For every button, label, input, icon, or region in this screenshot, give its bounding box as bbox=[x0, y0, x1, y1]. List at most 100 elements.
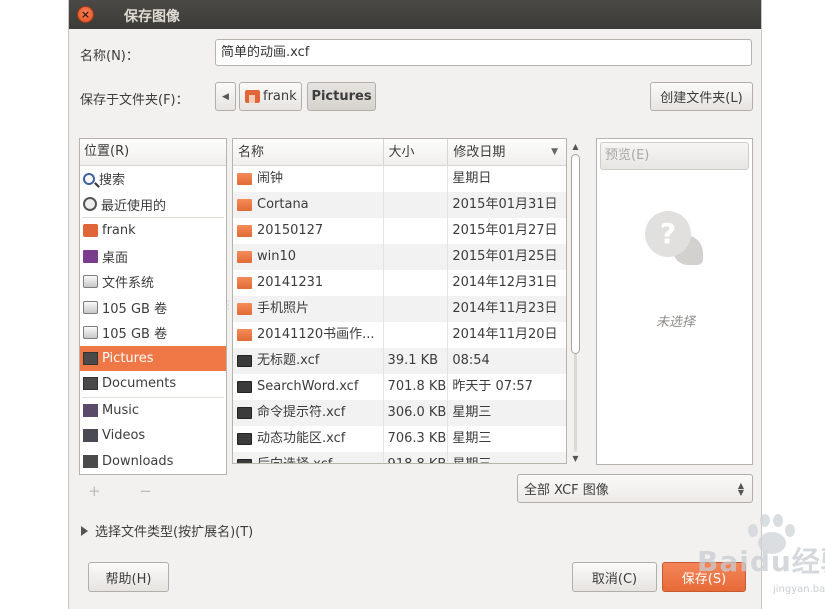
home-folder-icon bbox=[83, 224, 98, 238]
help-button[interactable]: 帮助(H) bbox=[88, 562, 169, 592]
file-type-expander[interactable]: 选择文件类型(按扩展名)(T) bbox=[81, 521, 253, 540]
sidebar-item-downloads[interactable]: Downloads bbox=[80, 449, 226, 475]
sidebar-item-music[interactable]: Music bbox=[80, 398, 226, 424]
file-list: 名称 大小 修改日期 ▼ 闹钟 星期日 Cortana 2015年01月31日 2015… bbox=[232, 138, 567, 464]
file-name: 20141120书画作... bbox=[257, 327, 375, 342]
file-row[interactable]: 无标题.xcf 39.1 KB 08:54 bbox=[233, 348, 566, 374]
sidebar-item-volume-1[interactable]: 105 GB 卷 bbox=[80, 295, 226, 321]
path-crumb-pictures[interactable]: Pictures bbox=[307, 82, 376, 111]
sidebar-item-frank[interactable]: frank bbox=[80, 218, 226, 244]
sidebar-item-documents[interactable]: Documents bbox=[80, 371, 226, 397]
sidebar-item-label: Documents bbox=[102, 376, 177, 392]
pane-resize-handle[interactable]: · · · bbox=[227, 298, 231, 314]
pictures-folder-icon bbox=[83, 351, 98, 365]
file-modified-date: 2015年01月31日 bbox=[452, 197, 558, 212]
xcf-file-icon bbox=[237, 381, 252, 393]
search-icon bbox=[83, 172, 95, 185]
sidebar-item-label: 105 GB 卷 bbox=[102, 327, 168, 343]
sidebar-item-filesystem[interactable]: 文件系统 bbox=[80, 269, 226, 295]
file-row[interactable]: 动态功能区.xcf 706.3 KB 星期三 bbox=[233, 426, 566, 452]
file-row[interactable]: 命令提示符.xcf 306.0 KB 星期三 bbox=[233, 400, 566, 426]
file-size bbox=[384, 270, 449, 296]
file-row[interactable]: 20141120书画作... 2014年11月20日 bbox=[233, 322, 566, 348]
up-down-arrow-icon: ▲ ▼ bbox=[737, 480, 744, 497]
sidebar-item-pictures[interactable]: Pictures bbox=[80, 345, 226, 371]
file-type-filter-select[interactable]: 全部 XCF 图像 ▲ ▼ bbox=[517, 474, 753, 503]
sidebar-item-label: 105 GB 卷 bbox=[102, 301, 168, 317]
file-row[interactable]: Cortana 2015年01月31日 bbox=[233, 192, 566, 218]
path-crumb-frank[interactable]: frank bbox=[239, 82, 302, 111]
file-name-cell: 动态功能区.xcf bbox=[233, 426, 384, 452]
file-size: 918.8 KB bbox=[384, 452, 449, 463]
preview-panel: 预览(E) ? 未选择 bbox=[596, 138, 753, 465]
sidebar-item-label: Pictures bbox=[102, 350, 154, 366]
home-folder-icon bbox=[245, 90, 260, 103]
column-header-date[interactable]: 修改日期 ▼ bbox=[448, 139, 566, 165]
chevron-left-icon: ◀ bbox=[222, 91, 229, 102]
sidebar-item-videos[interactable]: Videos bbox=[80, 423, 226, 449]
column-header-size[interactable]: 大小 bbox=[384, 139, 449, 165]
file-row[interactable]: 闹钟 星期日 bbox=[233, 166, 566, 192]
sidebar-item-volume-2[interactable]: 105 GB 卷 bbox=[80, 320, 226, 346]
name-label: 名称(N)： bbox=[80, 49, 139, 64]
music-folder-icon bbox=[83, 403, 98, 417]
file-list-scrollbar[interactable]: ▲ ▼ bbox=[569, 140, 582, 465]
close-window-button[interactable]: × bbox=[77, 6, 94, 23]
file-row[interactable]: win10 2015年01月25日 bbox=[233, 244, 566, 270]
file-name-cell: SearchWord.xcf bbox=[233, 374, 384, 400]
sidebar-item-label: 搜索 bbox=[99, 173, 126, 189]
file-size: 306.0 KB bbox=[384, 400, 449, 426]
file-name-cell: 20141120书画作... bbox=[233, 322, 384, 348]
file-row[interactable]: 手机照片 2014年11月23日 bbox=[233, 296, 566, 322]
file-row[interactable]: 后向选择.xcf 918.8 KB星期三 bbox=[233, 452, 566, 463]
path-back-button[interactable]: ◀ bbox=[215, 82, 236, 111]
file-name-cell: win10 bbox=[233, 244, 384, 270]
file-modified-date: 2015年01月27日 bbox=[452, 223, 558, 238]
file-size bbox=[384, 244, 449, 270]
recent-icon bbox=[83, 197, 97, 212]
file-row[interactable]: 20150127 2015年01月27日 bbox=[233, 218, 566, 244]
folder-icon bbox=[237, 199, 252, 211]
sidebar-item-search[interactable]: 搜索 bbox=[80, 166, 226, 192]
xcf-file-icon bbox=[237, 407, 252, 419]
create-folder-button[interactable]: 创建文件夹(L) bbox=[650, 82, 753, 111]
places-header[interactable]: 位置(R) bbox=[80, 139, 226, 166]
file-size bbox=[384, 322, 449, 348]
file-row[interactable]: SearchWord.xcf 701.8 KB 昨天于 07:57 bbox=[233, 374, 566, 400]
file-name-cell: 20150127 bbox=[233, 218, 384, 244]
column-header-name[interactable]: 名称 bbox=[233, 139, 384, 165]
cancel-button[interactable]: 取消(C) bbox=[572, 562, 657, 592]
file-row[interactable]: 20141231 2014年12月31日 bbox=[233, 270, 566, 296]
preview-button[interactable]: 预览(E) bbox=[600, 142, 749, 170]
file-name: SearchWord.xcf bbox=[257, 379, 359, 394]
file-name-cell: Cortana bbox=[233, 192, 384, 218]
folder-icon bbox=[237, 251, 252, 263]
window-title: 保存图像 bbox=[124, 9, 180, 25]
file-name-cell: 20141231 bbox=[233, 270, 384, 296]
file-name-cell: 手机照片 bbox=[233, 296, 384, 322]
xcf-file-icon bbox=[237, 355, 252, 367]
file-name-cell: 无标题.xcf bbox=[233, 348, 384, 374]
sidebar-item-desktop[interactable]: 桌面 bbox=[80, 244, 226, 270]
scroll-up-icon[interactable]: ▲ bbox=[569, 140, 582, 153]
filename-input[interactable]: 简单的动画.xcf bbox=[215, 39, 752, 66]
add-remove-bookmark-buttons[interactable]: + − bbox=[88, 482, 169, 500]
file-size bbox=[384, 192, 449, 218]
file-size bbox=[384, 166, 449, 192]
file-size bbox=[384, 218, 449, 244]
file-name-cell: 后向选择.xcf bbox=[233, 452, 384, 463]
save-image-dialog: × 保存图像 名称(N)： 简单的动画.xcf 保存于文件夹(F)： ◀ fra… bbox=[68, 0, 825, 609]
file-size bbox=[384, 296, 449, 322]
file-name: 闹钟 bbox=[257, 171, 284, 186]
file-name: Cortana bbox=[257, 197, 309, 212]
file-list-header: 名称 大小 修改日期 ▼ bbox=[233, 139, 566, 166]
column-header-label: 修改日期 bbox=[453, 145, 506, 160]
scroll-thumb[interactable] bbox=[571, 154, 580, 354]
expander-label: 选择文件类型(按扩展名)(T) bbox=[95, 525, 254, 540]
watermark-url: jingyan.baidu.com bbox=[773, 584, 825, 595]
sidebar-item-recent[interactable]: 最近使用的 bbox=[80, 192, 226, 218]
scroll-down-icon[interactable]: ▼ bbox=[569, 452, 582, 465]
file-modified-date: 星期三 bbox=[452, 431, 492, 446]
save-in-folder-label: 保存于文件夹(F)： bbox=[80, 93, 189, 108]
file-name-cell: 命令提示符.xcf bbox=[233, 400, 384, 426]
